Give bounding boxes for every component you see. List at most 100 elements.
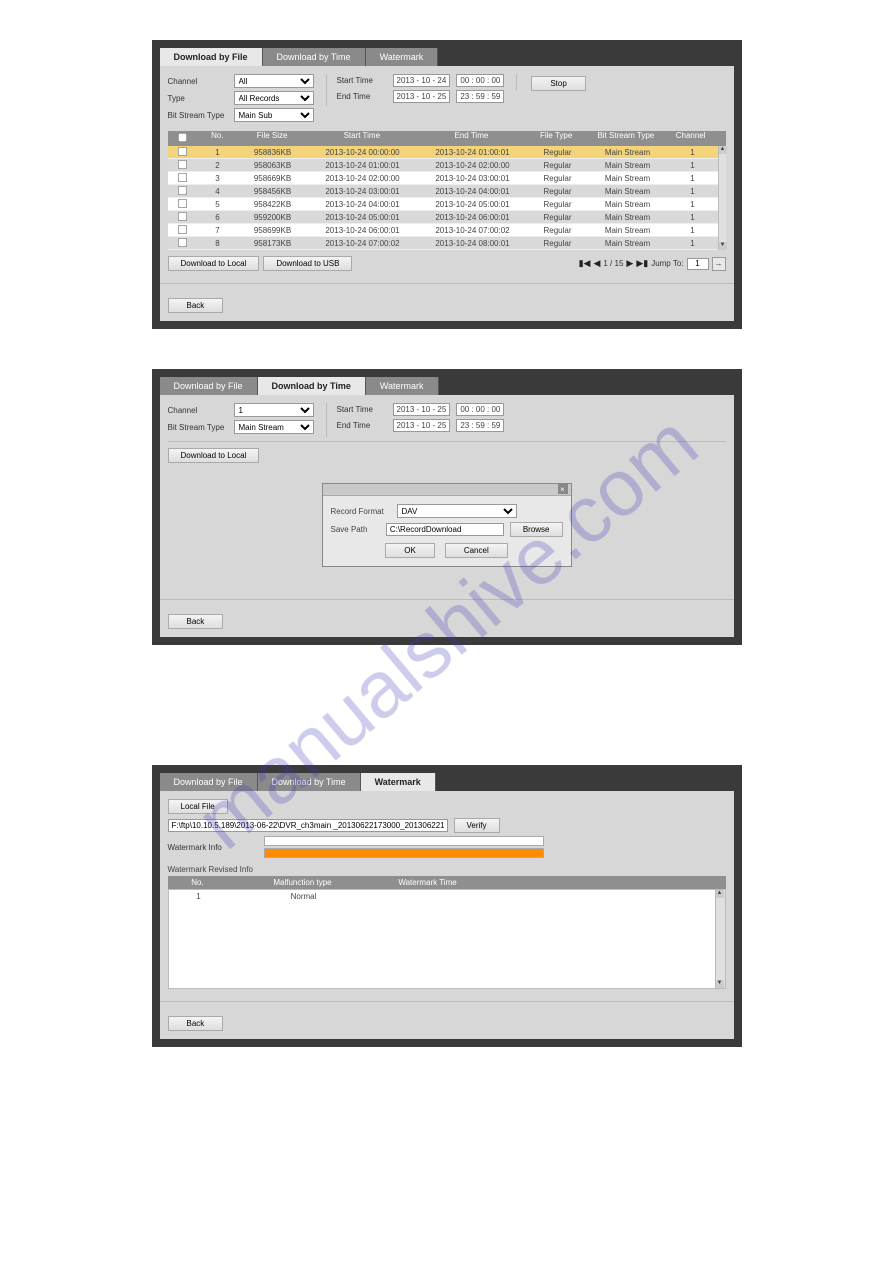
col-start-time: Start Time (307, 131, 417, 146)
cell-end-time: 2013-10-24 05:00:01 (418, 200, 528, 209)
cell-no: 6 (198, 213, 238, 222)
col-bst: Bit Stream Type (586, 131, 666, 146)
row-checkbox[interactable] (178, 224, 187, 233)
page-last-icon[interactable]: ▶▮ (636, 258, 648, 269)
row-checkbox[interactable] (178, 172, 187, 181)
cell-start-time: 2013-10-24 00:00:00 (308, 148, 418, 157)
browse-button[interactable]: Browse (510, 522, 563, 537)
close-icon[interactable]: × (558, 484, 568, 494)
end-date-input[interactable]: 2013 - 10 - 25 (393, 419, 451, 432)
col-file-size: File Size (237, 131, 307, 146)
table-body: 1958836KB2013-10-24 00:00:002013-10-24 0… (168, 146, 726, 250)
col-watermark-time: Watermark Time (378, 878, 478, 887)
cell-file-type: Regular (528, 200, 588, 209)
ok-button[interactable]: OK (385, 543, 435, 558)
scrollbar[interactable]: ▲ ▼ (715, 890, 725, 988)
tab-download-by-file[interactable]: Download by File (160, 48, 263, 66)
end-time-input[interactable]: 23 : 59 : 59 (456, 419, 504, 432)
page-input[interactable] (687, 258, 709, 270)
tab-watermark[interactable]: Watermark (366, 48, 439, 66)
tab-watermark[interactable]: Watermark (361, 773, 436, 791)
back-button[interactable]: Back (168, 614, 224, 629)
cell-end-time: 2013-10-24 07:00:02 (418, 226, 528, 235)
table-row[interactable]: 7958699KB2013-10-24 06:00:012013-10-24 0… (168, 224, 718, 237)
file-path-input[interactable] (168, 819, 448, 832)
cell-channel: 1 (668, 187, 718, 196)
cell-end-time: 2013-10-24 03:00:01 (418, 174, 528, 183)
cell-file-size: 958422KB (238, 200, 308, 209)
verify-button[interactable]: Verify (454, 818, 500, 833)
end-time-input[interactable]: 23 : 59 : 59 (456, 90, 504, 103)
tab-download-by-time[interactable]: Download by Time (258, 773, 361, 791)
cell-file-size: 958173KB (238, 239, 308, 248)
tab-download-by-time[interactable]: Download by Time (263, 48, 366, 66)
table-row[interactable]: 1958836KB2013-10-24 00:00:002013-10-24 0… (168, 146, 718, 159)
download-to-usb-button[interactable]: Download to USB (263, 256, 352, 271)
download-to-local-button[interactable]: Download to Local (168, 256, 260, 271)
save-dialog: × Record Format DAV Save Path Browse OK … (322, 483, 572, 567)
col-file-type: File Type (526, 131, 586, 146)
progress-bar-2 (264, 848, 544, 858)
tab-download-by-time[interactable]: Download by Time (258, 377, 366, 395)
cancel-button[interactable]: Cancel (445, 543, 508, 558)
start-date-input[interactable]: 2013 - 10 - 25 (393, 403, 451, 416)
go-button[interactable]: → (712, 257, 726, 271)
pager: ▮◀ ◀ 1 / 15 ▶ ▶▮ Jump To: → (579, 257, 726, 271)
tab-download-by-file[interactable]: Download by File (160, 377, 258, 395)
start-time-input[interactable]: 00 : 00 : 00 (456, 74, 504, 87)
cell-channel: 1 (668, 239, 718, 248)
table-row[interactable]: 6959200KB2013-10-24 05:00:012013-10-24 0… (168, 211, 718, 224)
bst-select[interactable]: Main Sub (234, 108, 314, 122)
row-checkbox[interactable] (178, 211, 187, 220)
label-start-time: Start Time (337, 405, 387, 414)
channel-select[interactable]: All (234, 74, 314, 88)
cell-file-size: 958836KB (238, 148, 308, 157)
table-row[interactable]: 1Normal (169, 890, 715, 903)
start-date-input[interactable]: 2013 - 10 - 24 (393, 74, 451, 87)
cell-file-size: 958699KB (238, 226, 308, 235)
table-row[interactable]: 3958669KB2013-10-24 02:00:002013-10-24 0… (168, 172, 718, 185)
cell-bst: Main Stream (588, 200, 668, 209)
tab-download-by-file[interactable]: Download by File (160, 773, 258, 791)
cell-file-type: Regular (528, 161, 588, 170)
local-file-button[interactable]: Local File (168, 799, 228, 814)
cell-channel: 1 (668, 213, 718, 222)
record-format-select[interactable]: DAV (397, 504, 517, 518)
table-row[interactable]: 8958173KB2013-10-24 07:00:022013-10-24 0… (168, 237, 718, 250)
row-checkbox[interactable] (178, 185, 187, 194)
row-checkbox[interactable] (178, 237, 187, 246)
cell-bst: Main Stream (588, 213, 668, 222)
table-row[interactable]: 4958456KB2013-10-24 03:00:012013-10-24 0… (168, 185, 718, 198)
download-to-local-button[interactable]: Download to Local (168, 448, 260, 463)
cell-file-type: Regular (528, 174, 588, 183)
start-time-input[interactable]: 00 : 00 : 00 (456, 403, 504, 416)
page-first-icon[interactable]: ▮◀ (579, 258, 591, 269)
type-select[interactable]: All Records (234, 91, 314, 105)
cell-channel: 1 (668, 200, 718, 209)
row-checkbox[interactable] (178, 146, 187, 155)
table-row[interactable]: 5958422KB2013-10-24 04:00:012013-10-24 0… (168, 198, 718, 211)
cell-no: 1 (198, 148, 238, 157)
cell-no: 4 (198, 187, 238, 196)
tab-watermark[interactable]: Watermark (366, 377, 439, 395)
end-date-input[interactable]: 2013 - 10 - 25 (393, 90, 451, 103)
back-button[interactable]: Back (168, 298, 224, 313)
scrollbar[interactable]: ▲ ▼ (718, 146, 726, 250)
cell-start-time: 2013-10-24 05:00:01 (308, 213, 418, 222)
channel-select[interactable]: 1 (234, 403, 314, 417)
table-row[interactable]: 2958063KB2013-10-24 01:00:012013-10-24 0… (168, 159, 718, 172)
watermark-panel: Download by File Download by Time Waterm… (152, 765, 742, 1047)
page-next-icon[interactable]: ▶ (626, 258, 633, 269)
save-path-input[interactable] (386, 523, 504, 536)
cell-end-time: 2013-10-24 01:00:01 (418, 148, 528, 157)
select-all-checkbox[interactable] (178, 133, 187, 142)
bst-select[interactable]: Main Stream (234, 420, 314, 434)
stop-button[interactable]: Stop (531, 76, 585, 91)
cell-no: 5 (198, 200, 238, 209)
col-channel: Channel (666, 131, 716, 146)
page-prev-icon[interactable]: ◀ (593, 258, 600, 269)
back-button[interactable]: Back (168, 1016, 224, 1031)
row-checkbox[interactable] (178, 159, 187, 168)
row-checkbox[interactable] (178, 198, 187, 207)
cell-end-time: 2013-10-24 02:00:00 (418, 161, 528, 170)
